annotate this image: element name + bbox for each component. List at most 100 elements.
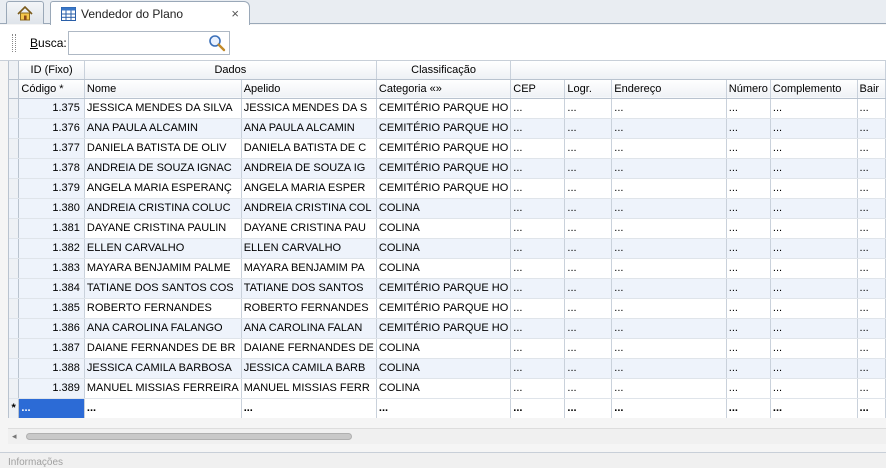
cell-codigo[interactable]: 1.389 [18,378,85,399]
cell-logr[interactable]: ... [564,278,613,299]
cell-bairro[interactable]: ... [857,378,886,399]
cell-nome[interactable]: ANA CAROLINA FALANGO [84,318,242,339]
cell-nome[interactable]: ROBERTO FERNANDES [84,298,242,319]
band-dados[interactable]: Dados [84,61,377,80]
cell-bairro[interactable]: ... [857,298,886,319]
cell-cep[interactable]: ... [510,98,566,119]
cell-cep[interactable]: ... [510,218,566,239]
cell-nome[interactable]: TATIANE DOS SANTOS COS [84,278,242,299]
cell-endereco[interactable]: ... [611,178,727,199]
cell-codigo[interactable]: 1.377 [18,138,85,159]
cell-apelido[interactable]: JESSICA CAMILA BARB [241,358,377,379]
cell-apelido[interactable]: DANIELA BATISTA DE C [241,138,377,159]
table-row[interactable]: 1.377 DANIELA BATISTA DE OLIV DANIELA BATI… [9,138,886,159]
cell-apelido[interactable]: ELLEN CARVALHO [241,238,377,259]
cell-codigo[interactable]: 1.380 [18,198,85,219]
cell-codigo[interactable]: 1.375 [18,98,85,119]
table-row[interactable]: 1.379 ANGELA MARIA ESPERANÇ ANGELA MARIA E… [9,178,886,199]
search-input[interactable] [69,32,205,54]
cell-endereco[interactable]: ... [611,118,727,139]
new-cell-numero[interactable]: ... [726,397,771,418]
cell-numero[interactable]: ... [726,98,771,119]
cell-numero[interactable]: ... [726,218,771,239]
cell-cep[interactable]: ... [510,358,566,379]
row-indicator[interactable] [9,258,20,279]
cell-nome[interactable]: JESSICA CAMILA BARBOSA [84,358,242,379]
cell-apelido[interactable]: JESSICA MENDES DA S [241,98,377,119]
cell-complemento[interactable]: ... [770,118,858,139]
cell-nome[interactable]: ANA PAULA ALCAMIN [84,118,242,139]
band-classificacao[interactable]: Classificação [376,61,512,80]
cell-logr[interactable]: ... [564,338,613,359]
cell-apelido[interactable]: MAYARA BENJAMIM PA [241,258,377,279]
cell-endereco[interactable]: ... [611,338,727,359]
cell-categoria[interactable]: CEMITÉRIO PARQUE HO [376,138,512,159]
new-cell-cep[interactable]: ... [510,397,566,418]
cell-complemento[interactable]: ... [770,238,858,259]
scroll-left-icon[interactable]: ◂ [12,431,17,442]
cell-codigo[interactable]: 1.388 [18,358,85,379]
cell-apelido[interactable]: ANDREIA CRISTINA COL [241,198,377,219]
cell-bairro[interactable]: ... [857,258,886,279]
cell-bairro[interactable]: ... [857,178,886,199]
cell-bairro[interactable]: ... [857,118,886,139]
cell-categoria[interactable]: COLINA [376,378,512,399]
band-empty[interactable] [510,61,886,80]
cell-bairro[interactable]: ... [857,278,886,299]
column-header-endereco[interactable]: Endereço [611,79,727,99]
cell-logr[interactable]: ... [564,138,613,159]
cell-numero[interactable]: ... [726,358,771,379]
column-header-bairro[interactable]: Bair [857,79,886,99]
cell-numero[interactable]: ... [726,178,771,199]
row-indicator[interactable] [9,198,20,219]
cell-numero[interactable]: ... [726,138,771,159]
cell-endereco[interactable]: ... [611,378,727,399]
cell-endereco[interactable]: ... [611,318,727,339]
cell-cep[interactable]: ... [510,118,566,139]
table-row[interactable]: 1.382 ELLEN CARVALHO ELLEN CARVALHO COLINA.… [9,238,886,259]
cell-cep[interactable]: ... [510,138,566,159]
cell-bairro[interactable]: ... [857,318,886,339]
new-cell-categoria[interactable]: ... [376,397,512,418]
cell-complemento[interactable]: ... [770,318,858,339]
new-row[interactable]: *.............................. [9,397,886,418]
cell-categoria[interactable]: CEMITÉRIO PARQUE HO [376,178,512,199]
cell-cep[interactable]: ... [510,178,566,199]
cell-codigo[interactable]: 1.384 [18,278,85,299]
table-row[interactable]: 1.375 JESSICA MENDES DA SILVA JESSICA MEND… [9,98,886,119]
cell-endereco[interactable]: ... [611,358,727,379]
row-indicator[interactable] [9,138,20,159]
cell-logr[interactable]: ... [564,358,613,379]
cell-apelido[interactable]: ANA CAROLINA FALAN [241,318,377,339]
cell-complemento[interactable]: ... [770,138,858,159]
cell-categoria[interactable]: COLINA [376,338,512,359]
cell-codigo[interactable]: 1.379 [18,178,85,199]
cell-logr[interactable]: ... [564,298,613,319]
cell-complemento[interactable]: ... [770,278,858,299]
cell-numero[interactable]: ... [726,158,771,179]
cell-cep[interactable]: ... [510,238,566,259]
cell-numero[interactable]: ... [726,378,771,399]
table-row[interactable]: 1.384 TATIANE DOS SANTOS COS TATIANE DOS S… [9,278,886,299]
cell-apelido[interactable]: ANGELA MARIA ESPER [241,178,377,199]
cell-categoria[interactable]: COLINA [376,238,512,259]
new-cell-bairro[interactable]: ... [857,397,886,418]
cell-nome[interactable]: MANUEL MISSIAS FERREIRA [84,378,242,399]
table-row[interactable]: 1.387 DAIANE FERNANDES DE BR DAIANE FERNAN… [9,338,886,359]
cell-numero[interactable]: ... [726,198,771,219]
cell-bairro[interactable]: ... [857,198,886,219]
table-row[interactable]: 1.389 MANUEL MISSIAS FERREIRA MANUEL MISSI… [9,378,886,399]
cell-codigo[interactable]: 1.381 [18,218,85,239]
band-id-fixo[interactable]: ID (Fixo) [18,61,85,80]
new-cell-logr[interactable]: ... [564,397,613,418]
row-indicator[interactable] [9,118,20,139]
cell-codigo[interactable]: 1.383 [18,258,85,279]
cell-logr[interactable]: ... [564,218,613,239]
cell-codigo[interactable]: 1.387 [18,338,85,359]
row-indicator[interactable] [9,278,20,299]
new-cell-nome[interactable]: ... [84,397,242,418]
cell-bairro[interactable]: ... [857,98,886,119]
cell-endereco[interactable]: ... [611,298,727,319]
cell-numero[interactable]: ... [726,258,771,279]
cell-logr[interactable]: ... [564,98,613,119]
